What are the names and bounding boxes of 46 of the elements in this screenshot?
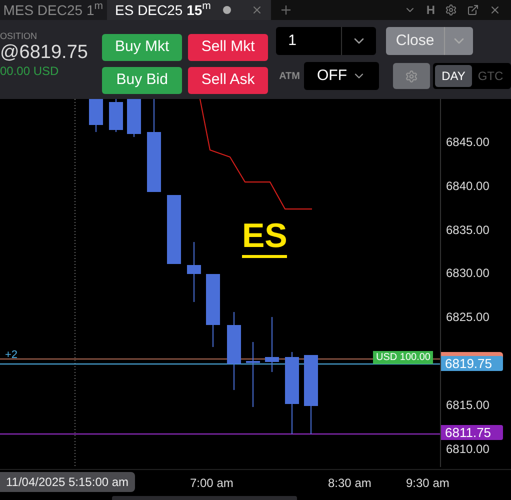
gear-icon <box>405 70 418 82</box>
time-axis-label: 8:30 am <box>328 475 372 492</box>
tif-option[interactable]: GTC <box>472 65 509 87</box>
price-axis-label: 6845.00 <box>446 135 490 149</box>
tab[interactable]: MES DEC25 1$^{m}$ <box>0 0 107 20</box>
position-price: @6819.75 <box>0 42 89 64</box>
candle <box>109 99 123 132</box>
candle <box>246 342 260 408</box>
candle <box>187 242 201 302</box>
price-axis-label: 6835.00 <box>446 223 490 237</box>
atm-label: ATM <box>279 70 300 84</box>
price-axis-label: 6825.00 <box>446 310 490 324</box>
candle <box>127 99 141 138</box>
atm-dropdown[interactable]: OFF <box>304 62 379 90</box>
add-tab-icon[interactable] <box>279 3 293 17</box>
close-icon[interactable] <box>251 4 263 16</box>
sell-button[interactable]: Sell Ask <box>188 67 268 94</box>
price-axis-label: 6830.00 <box>446 266 490 280</box>
settings-icon[interactable] <box>445 4 457 16</box>
candle <box>167 194 181 264</box>
price-axis-label: 6810.00 <box>446 442 490 456</box>
buy-button[interactable]: Buy Bid <box>102 67 182 94</box>
pnl-tag: USD 100.00 <box>373 351 434 364</box>
price-axis-label: 6815.00 <box>446 398 490 412</box>
time-axis-label: 7:00 am <box>190 475 234 492</box>
price-tag: 6819.75 <box>441 356 503 371</box>
h-button[interactable]: H <box>426 1 435 19</box>
tab[interactable]: ES DEC25 15$^{m}$ <box>107 0 271 20</box>
time-axis-label: 9:30 am <box>406 475 450 492</box>
close-icon[interactable] <box>489 4 501 16</box>
candle <box>265 316 279 372</box>
symbol-label: ES <box>242 217 288 258</box>
price-axis-label: 6840.00 <box>446 179 490 193</box>
quantity-field[interactable]: 1 <box>276 27 376 55</box>
buy-button[interactable]: Buy Mkt <box>102 34 182 61</box>
candle <box>89 99 103 132</box>
position-pnl: 00.00 USD <box>0 64 60 78</box>
settings-button[interactable] <box>393 63 430 89</box>
price-tag: 6811.75 <box>441 425 503 440</box>
tif-option[interactable]: DAY <box>435 65 472 87</box>
sell-button[interactable]: Sell Mkt <box>188 34 268 61</box>
popout-icon[interactable] <box>467 4 479 16</box>
crosshair-time-label: 11/04/2025 5:15:00 am <box>0 472 135 492</box>
close-position-button[interactable]: Close <box>386 27 474 55</box>
position-label: OSITION <box>0 30 38 42</box>
position-marker: +2 <box>5 348 18 363</box>
